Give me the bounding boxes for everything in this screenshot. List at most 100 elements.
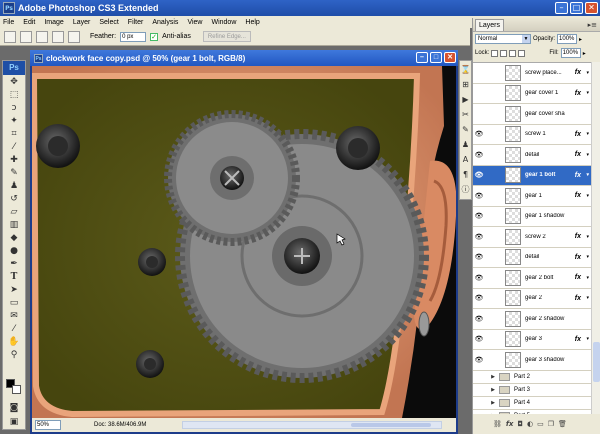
- move-tool-icon[interactable]: ✥: [3, 75, 25, 88]
- fill-arrow-icon[interactable]: ▸: [583, 50, 586, 57]
- eye-icon[interactable]: 👁: [473, 212, 485, 220]
- zoom-tool-icon[interactable]: ⚲: [3, 348, 25, 361]
- layer-row[interactable]: 👁 gear 3 fx ▾: [473, 330, 591, 350]
- expand-effects-icon[interactable]: ▾: [586, 70, 589, 76]
- zoom-level-input[interactable]: 50%: [35, 420, 61, 430]
- opacity-arrow-icon[interactable]: ▸: [579, 36, 582, 43]
- history-brush-tool-icon[interactable]: ↺: [3, 192, 25, 205]
- opacity-input[interactable]: 100%: [557, 34, 578, 44]
- expand-effects-icon[interactable]: ▾: [586, 90, 589, 96]
- minimize-button[interactable]: –: [555, 2, 568, 14]
- expand-group-icon[interactable]: ▶: [473, 374, 499, 380]
- menu-file[interactable]: File: [3, 19, 14, 26]
- layer-row[interactable]: 👁 gear 2 fx ▾: [473, 289, 591, 309]
- eye-icon[interactable]: 👁: [473, 274, 485, 282]
- horizontal-scroll-thumb[interactable]: [351, 423, 431, 427]
- subtract-from-selection-button[interactable]: [52, 30, 64, 43]
- expand-group-icon[interactable]: ▶: [473, 387, 499, 393]
- document-close-button[interactable]: ✕: [444, 52, 456, 63]
- hand-tool-icon[interactable]: ✋: [3, 335, 25, 348]
- menu-filter[interactable]: Filter: [128, 19, 144, 26]
- adjustment-layer-icon[interactable]: ◐: [527, 420, 533, 428]
- eye-icon[interactable]: 👁: [473, 253, 485, 261]
- expand-effects-icon[interactable]: ▾: [586, 152, 589, 158]
- layer-effects-icon[interactable]: fx: [575, 90, 581, 97]
- eyedropper-3d-tool-icon[interactable]: ⁄: [3, 322, 25, 335]
- eye-icon[interactable]: 👁: [473, 171, 485, 179]
- expand-effects-icon[interactable]: ▾: [586, 172, 589, 178]
- eye-icon[interactable]: 👁: [473, 315, 485, 323]
- layer-row[interactable]: gear cover 1 fx ▾: [473, 84, 591, 104]
- panel-menu-icon[interactable]: ▸≡: [588, 21, 597, 29]
- document-minimize-button[interactable]: –: [416, 52, 428, 63]
- screen-mode-icon[interactable]: ▣: [3, 415, 25, 428]
- expand-effects-icon[interactable]: ▾: [586, 336, 589, 342]
- layer-effects-icon[interactable]: fx: [575, 151, 581, 158]
- layer-effects-icon[interactable]: fx: [575, 172, 581, 179]
- clone-stamp-tool-icon[interactable]: ♟: [3, 179, 25, 192]
- type-tool-icon[interactable]: T: [3, 270, 25, 283]
- quick-mask-icon[interactable]: ◙: [3, 401, 25, 414]
- link-layers-icon[interactable]: ⛓: [493, 420, 502, 428]
- layers-scroll-thumb[interactable]: [593, 342, 600, 382]
- layer-group-row[interactable]: ▶ Part 2: [473, 371, 591, 384]
- navigator-panel-icon[interactable]: ⊞: [460, 78, 471, 91]
- eyedropper-tool-icon[interactable]: ⁄: [3, 140, 25, 153]
- layer-effects-icon[interactable]: fx: [575, 254, 581, 261]
- lock-all-icon[interactable]: [518, 49, 526, 57]
- expand-effects-icon[interactable]: ▾: [586, 131, 589, 137]
- clone-source-panel-icon[interactable]: ♟: [460, 138, 471, 151]
- expand-group-icon[interactable]: ▶: [473, 413, 499, 415]
- lock-image-icon[interactable]: [500, 49, 508, 57]
- magic-wand-tool-icon[interactable]: ✦: [3, 114, 25, 127]
- blend-mode-select[interactable]: Normal ▼: [475, 34, 531, 44]
- menu-window[interactable]: Window: [211, 19, 236, 26]
- antialias-checkbox[interactable]: ✓: [150, 32, 159, 41]
- layer-row[interactable]: 👁 gear 1 bolt fx ▾: [473, 165, 591, 186]
- layers-scrollbar[interactable]: [591, 62, 600, 414]
- menu-edit[interactable]: Edit: [23, 19, 35, 26]
- character-panel-icon[interactable]: A: [460, 153, 471, 166]
- blur-tool-icon[interactable]: ◆: [3, 231, 25, 244]
- layer-row[interactable]: 👁 gear 1 shadow: [473, 207, 591, 227]
- add-to-selection-button[interactable]: [36, 30, 48, 43]
- layer-effects-icon[interactable]: fx: [575, 295, 581, 302]
- layer-group-row[interactable]: ▶ Part 3: [473, 384, 591, 397]
- close-button[interactable]: ✕: [585, 2, 598, 14]
- layer-row[interactable]: 👁 gear 2 shadow: [473, 309, 591, 330]
- expand-group-icon[interactable]: ▶: [473, 400, 499, 406]
- menu-select[interactable]: Select: [99, 19, 118, 26]
- intersect-selection-button[interactable]: [68, 30, 80, 43]
- horizontal-scrollbar[interactable]: [182, 421, 442, 429]
- layer-effects-icon[interactable]: fx: [575, 274, 581, 281]
- eye-icon[interactable]: 👁: [473, 335, 485, 343]
- expand-effects-icon[interactable]: ▾: [586, 275, 589, 281]
- layer-style-icon[interactable]: fx: [506, 420, 514, 428]
- info-panel-icon[interactable]: ⓘ: [460, 183, 471, 196]
- brushes-panel-icon[interactable]: ✎: [460, 123, 471, 136]
- layer-row[interactable]: screw place... fx ▾: [473, 63, 591, 84]
- eye-icon[interactable]: 👁: [473, 233, 485, 241]
- layer-row[interactable]: 👁 gear 3 shadow: [473, 350, 591, 371]
- layer-row[interactable]: 👁 screw 2 fx ▾: [473, 227, 591, 248]
- layer-effects-icon[interactable]: fx: [575, 336, 581, 343]
- expand-effects-icon[interactable]: ▾: [586, 193, 589, 199]
- document-maximize-button[interactable]: □: [430, 52, 442, 63]
- layer-row[interactable]: 👁 detail fx ▾: [473, 248, 591, 268]
- background-color-swatch[interactable]: [12, 385, 21, 394]
- gradient-tool-icon[interactable]: ▥: [3, 218, 25, 231]
- lock-position-icon[interactable]: [509, 49, 517, 57]
- expand-effects-icon[interactable]: ▾: [586, 254, 589, 260]
- layer-mask-icon[interactable]: ◘: [517, 420, 523, 428]
- layer-row[interactable]: gear cover shad...: [473, 104, 591, 125]
- healing-brush-tool-icon[interactable]: ✚: [3, 153, 25, 166]
- fill-input[interactable]: 100%: [560, 48, 581, 58]
- eraser-tool-icon[interactable]: ▱: [3, 205, 25, 218]
- crop-tool-icon[interactable]: ⌗: [3, 127, 25, 140]
- menu-help[interactable]: Help: [245, 19, 259, 26]
- lock-transparent-icon[interactable]: [491, 49, 499, 57]
- marquee-tool-icon[interactable]: ⬚: [3, 88, 25, 101]
- history-panel-icon[interactable]: ⌛: [460, 63, 471, 76]
- shape-tool-icon[interactable]: ▭: [3, 296, 25, 309]
- actions-panel-icon[interactable]: ▶: [460, 93, 471, 106]
